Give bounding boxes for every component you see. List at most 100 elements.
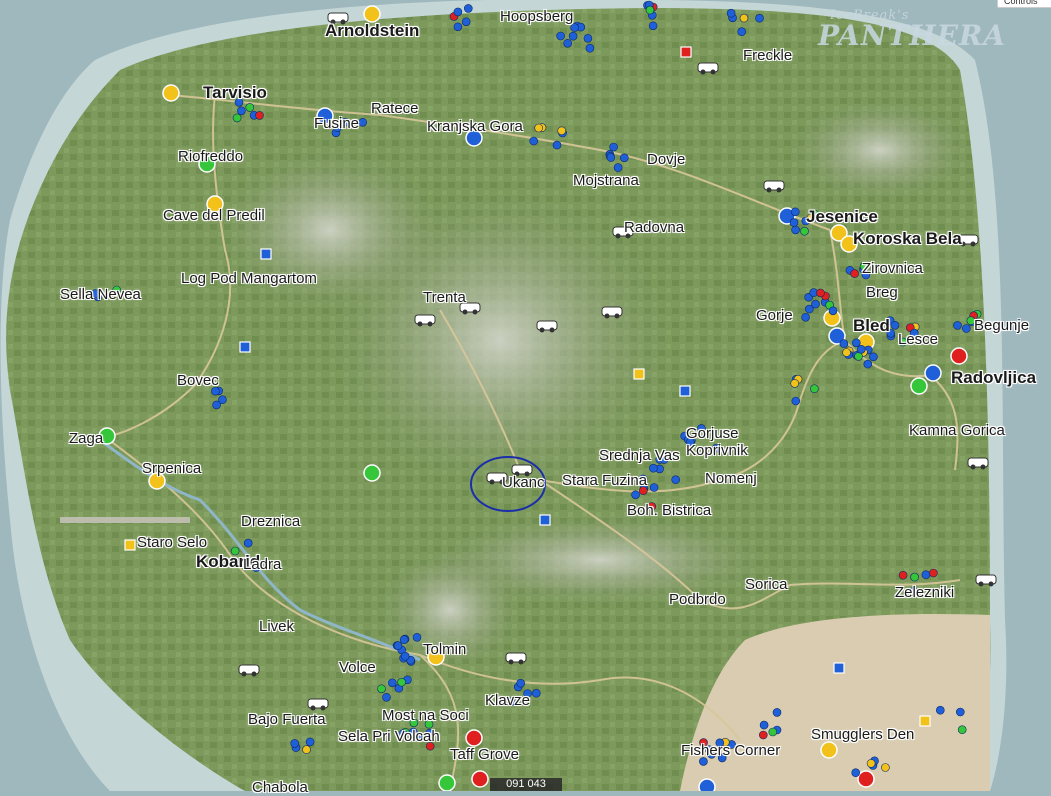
place-label[interactable]: Sella Nevea [60,287,141,303]
terrain-map[interactable] [0,0,1051,791]
poi-marker[interactable] [648,21,658,31]
poi-marker[interactable] [842,348,851,357]
poi-marker[interactable] [645,5,655,15]
poi-marker[interactable] [363,5,381,23]
poi-marker[interactable] [363,464,381,482]
vehicle-square-icon[interactable] [833,662,845,674]
place-label[interactable]: Dovje [647,152,685,168]
place-label[interactable]: Boh. Bistrica [627,503,711,519]
poi-marker[interactable] [531,688,541,698]
poi-marker[interactable] [461,17,471,27]
vehicle-square-icon[interactable] [239,341,251,353]
poi-marker[interactable] [924,364,942,382]
poi-marker[interactable] [245,103,255,112]
poi-marker[interactable] [399,635,409,645]
poi-marker[interactable] [890,320,900,330]
poi-marker[interactable] [631,490,640,500]
place-label[interactable]: Zelezniki [895,585,954,601]
poi-marker[interactable] [465,729,483,747]
poi-marker[interactable] [739,13,749,23]
poi-marker[interactable] [737,27,747,37]
poi-marker[interactable] [810,384,819,394]
place-label[interactable]: Lesce [898,332,938,348]
poi-marker[interactable] [619,153,629,163]
poi-marker[interactable] [957,725,967,735]
vehicle-square-icon[interactable] [679,385,691,397]
poi-marker[interactable] [759,720,769,730]
poi-marker[interactable] [302,745,311,754]
poi-marker[interactable] [790,207,800,217]
poi-marker[interactable] [463,4,473,13]
place-label[interactable]: Srpenica [142,461,201,477]
poi-marker[interactable] [726,8,736,18]
poi-marker[interactable] [953,321,962,330]
poi-marker[interactable] [212,400,221,410]
poi-marker[interactable] [613,163,623,172]
poi-marker[interactable] [820,741,838,759]
poi-marker[interactable] [772,708,782,717]
place-label[interactable]: Podbrdo [669,592,726,608]
poi-marker[interactable] [910,377,928,395]
poi-marker[interactable] [755,13,764,23]
poi-marker[interactable] [828,306,838,316]
poi-marker[interactable] [585,43,595,53]
place-label[interactable]: Ukanc [502,475,545,491]
place-label[interactable]: Kranjska Gora [427,119,523,135]
poi-marker[interactable] [800,226,809,236]
poi-marker[interactable] [557,126,567,136]
poi-marker[interactable] [921,570,931,580]
poi-marker[interactable] [816,288,825,298]
place-label[interactable]: Gorjuse [686,426,739,442]
poi-marker[interactable] [606,153,616,162]
place-label[interactable]: Jesenice [806,208,878,226]
poi-marker[interactable] [393,641,403,650]
place-label[interactable]: Ladra [243,557,281,573]
poi-marker[interactable] [377,684,386,694]
poi-marker[interactable] [563,38,573,48]
poi-marker[interactable] [529,136,539,146]
place-label[interactable]: Hoopsberg [500,9,573,25]
poi-marker[interactable] [881,763,890,772]
place-label[interactable]: Radovljica [951,369,1036,387]
place-label[interactable]: Fishers Corner [681,743,780,759]
poi-marker[interactable] [863,359,873,369]
place-label[interactable]: Gorje [756,308,793,324]
poi-marker[interactable] [162,84,180,102]
place-label[interactable]: Radovna [624,220,684,236]
poi-marker[interactable] [955,707,965,717]
place-label[interactable]: Sorica [745,577,788,593]
place-label[interactable]: Trenta [423,290,466,306]
place-label[interactable]: Log Pod Mangartom [181,271,317,287]
place-label[interactable]: Bajo Fuerta [248,712,326,728]
poi-marker[interactable] [556,31,565,41]
place-label[interactable]: Ratece [371,101,419,117]
poi-marker[interactable] [866,759,876,768]
place-label[interactable]: Chabola [252,780,308,796]
place-label[interactable]: Kamna Gorica [909,423,1005,439]
poi-marker[interactable] [929,568,938,578]
poi-marker[interactable] [387,678,397,688]
poi-marker[interactable] [935,705,945,715]
poi-marker[interactable] [382,692,391,702]
vehicle-square-icon[interactable] [919,715,931,727]
poi-marker[interactable] [358,118,368,127]
poi-marker[interactable] [516,678,526,688]
poi-marker[interactable] [851,338,861,348]
poi-marker[interactable] [534,123,544,133]
poi-marker[interactable] [232,113,242,123]
vehicle-square-icon[interactable] [539,514,551,526]
poi-marker[interactable] [583,33,593,43]
place-label[interactable]: Breg [866,285,898,301]
poi-marker[interactable] [801,312,810,322]
place-label[interactable]: Riofreddo [178,149,243,165]
place-label[interactable]: Dreznica [241,514,300,530]
place-label[interactable]: Zaga [69,431,103,447]
poi-marker[interactable] [237,106,246,116]
place-label[interactable]: Tarvisio [203,84,267,102]
place-label[interactable]: Srednja Vas [599,448,680,464]
place-label[interactable]: Sela Pri Volcah [338,729,440,745]
place-label[interactable]: Nomenj [705,471,757,487]
poi-marker[interactable] [438,774,456,791]
place-label[interactable]: Klavze [485,693,530,709]
place-label[interactable]: Zirovnica [862,261,923,277]
